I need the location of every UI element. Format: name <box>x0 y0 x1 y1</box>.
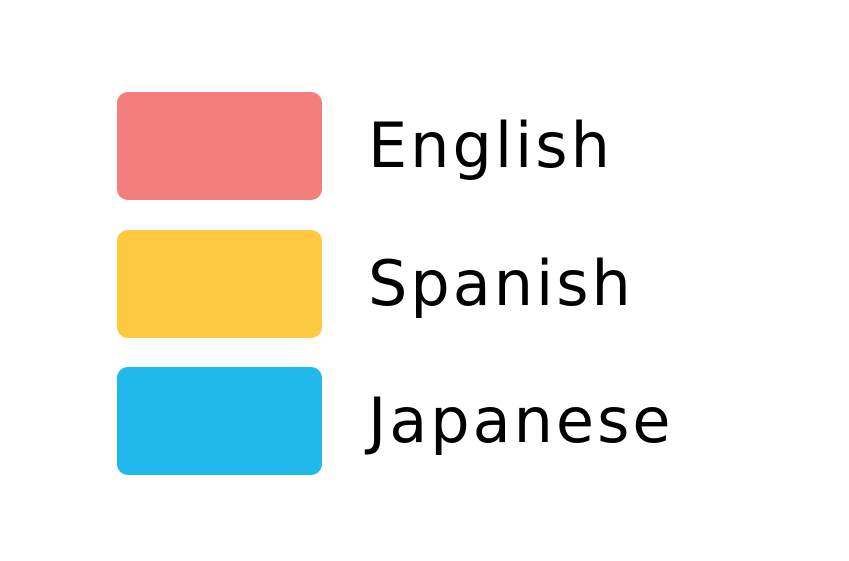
legend-label-japanese: Japanese <box>368 384 674 457</box>
legend-label-english: English <box>368 109 613 182</box>
legend-swatch-japanese <box>117 367 322 475</box>
legend-item-spanish: Spanish <box>117 230 634 338</box>
legend: English Spanish Japanese <box>0 0 849 561</box>
legend-swatch-english <box>117 92 322 200</box>
legend-item-english: English <box>117 92 613 200</box>
legend-item-japanese: Japanese <box>117 367 674 475</box>
legend-swatch-spanish <box>117 230 322 338</box>
legend-label-spanish: Spanish <box>368 247 634 320</box>
